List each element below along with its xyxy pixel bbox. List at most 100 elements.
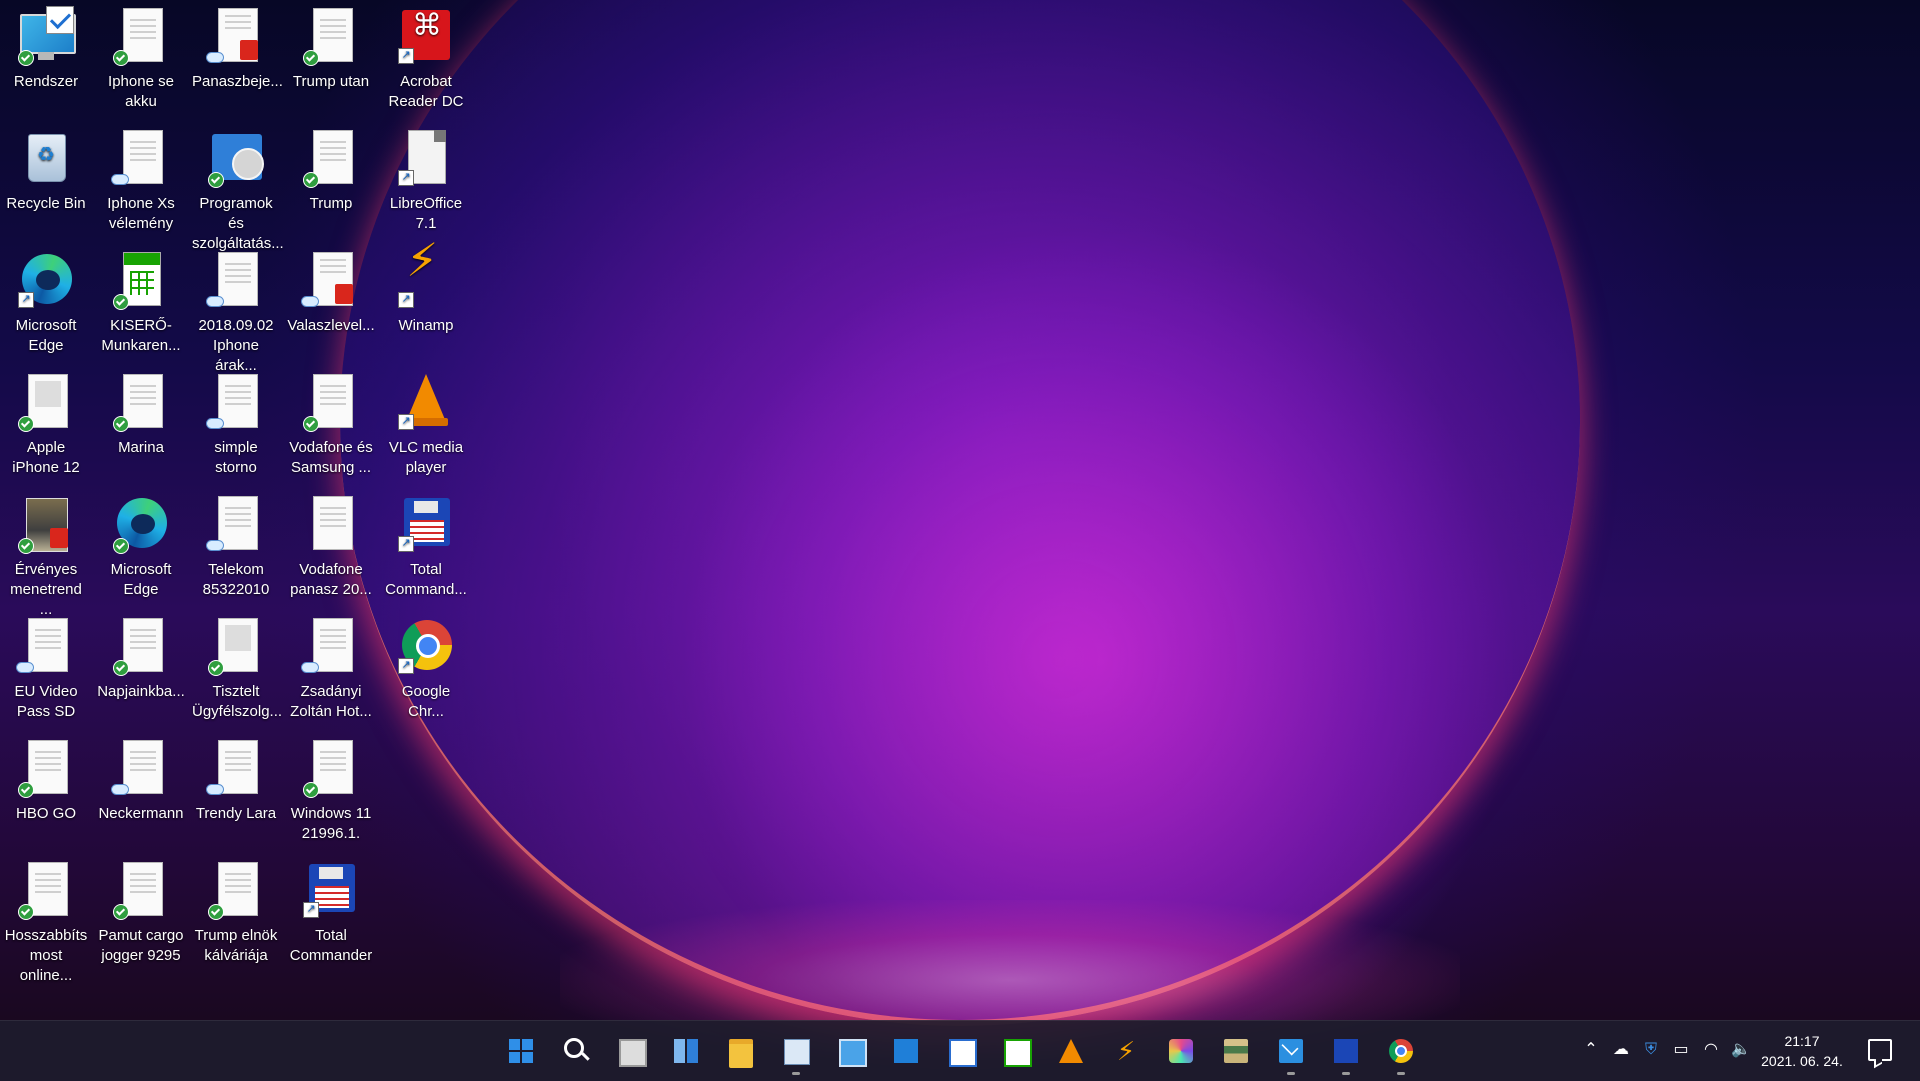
file-explorer-icon xyxy=(729,1039,753,1068)
desktop-icon-iphone-xs-velemeny[interactable]: Iphone Xs vélemény xyxy=(95,122,187,234)
document-icon xyxy=(301,6,361,68)
desktop-icon-ervenyes-menetrend[interactable]: Érvényes menetrend ... xyxy=(0,488,92,620)
desktop-icon-microsoft-edge-2[interactable]: Microsoft Edge xyxy=(95,488,187,600)
document-icon xyxy=(206,738,266,800)
notification-center-icon[interactable] xyxy=(1868,1039,1892,1061)
onedrive-cloud-icon[interactable]: ☁ xyxy=(1610,1039,1632,1061)
desktop-icon-label: Total Command... xyxy=(385,561,467,598)
desktop-icon-iphone-se-akku[interactable]: Iphone se akku xyxy=(95,0,187,112)
taskbar-control-panel[interactable] xyxy=(831,1031,871,1071)
desktop-icon-trump[interactable]: Trump xyxy=(285,122,377,214)
desktop-icon-zsadanyi-zoltan[interactable]: Zsadányi Zoltán Hot... xyxy=(285,610,377,722)
desktop-icon-label: Total Commander xyxy=(289,927,373,964)
widgets-icon xyxy=(674,1039,698,1063)
vlc-icon: ↗ xyxy=(396,372,456,434)
desktop-icon-tisztelt-ugyfelszolgalat[interactable]: Tisztelt Ügyfélszolg... xyxy=(190,610,282,722)
battery-icon[interactable]: ▭ xyxy=(1670,1039,1692,1061)
wifi-icon[interactable]: ◠ xyxy=(1700,1039,1722,1061)
desktop-icon-label: LibreOffice 7.1 xyxy=(389,195,463,232)
clock[interactable]: 21:17 2021. 06. 24. xyxy=(1754,1031,1850,1071)
desktop-icon-label: Vodafone panasz 20... xyxy=(290,561,372,598)
desktop-icon-simple-storno[interactable]: simple storno xyxy=(190,366,282,478)
desktop-icon-label: KISERŐ-Munkaren... xyxy=(101,317,181,354)
desktop-icon-microsoft-edge[interactable]: ↗ Microsoft Edge xyxy=(0,244,92,356)
taskbar-winamp[interactable]: ⚡ xyxy=(1106,1031,1146,1071)
desktop-icon-pamut-cargo[interactable]: Pamut cargo jogger 9295 xyxy=(95,854,187,966)
desktop-icon-neckermann[interactable]: Neckermann xyxy=(95,732,187,824)
desktop-icon-recycle-bin[interactable]: Recycle Bin xyxy=(0,122,92,214)
document-icon xyxy=(206,372,266,434)
document-icon xyxy=(206,494,266,556)
desktop-icon-marina[interactable]: Marina xyxy=(95,366,187,458)
document-icon xyxy=(16,616,76,678)
desktop-icon-vlc[interactable]: ↗ VLC media player xyxy=(380,366,472,478)
security-shield-icon[interactable]: ⛨ xyxy=(1640,1039,1662,1061)
desktop-icon-eu-video-pass[interactable]: EU Video Pass SD xyxy=(0,610,92,722)
chevron-up-icon[interactable]: ⌃ xyxy=(1580,1039,1602,1061)
taskbar-notepad[interactable] xyxy=(886,1031,926,1071)
document-icon xyxy=(111,372,171,434)
desktop-icon-total-commander[interactable]: ↗ Total Command... xyxy=(380,488,472,600)
taskbar-chrome[interactable] xyxy=(1381,1031,1421,1075)
taskbar-performance-monitor[interactable] xyxy=(776,1031,816,1075)
desktop-icon-area: Rendszer Recycle Bin ↗ Microsoft Edge Ap… xyxy=(0,0,480,1020)
pdf-document-icon xyxy=(206,6,266,68)
task-view-button[interactable] xyxy=(611,1031,651,1071)
taskbar-total-commander[interactable] xyxy=(1326,1031,1366,1075)
taskbar-libreoffice-writer[interactable] xyxy=(941,1031,981,1071)
document-icon xyxy=(111,616,171,678)
start-button[interactable] xyxy=(501,1031,541,1071)
desktop-icon-vodafone-samsung[interactable]: Vodafone és Samsung ... xyxy=(285,366,377,478)
taskbar-paint[interactable] xyxy=(1161,1031,1201,1071)
desktop-icon-napjainkba[interactable]: Napjainkba... xyxy=(95,610,187,702)
desktop-icon-rendszer[interactable]: Rendszer xyxy=(0,0,92,92)
taskbar: ⚡ ⌃ ☁ ⛨ ▭ ◠ 🔈 21:17 2021. 06. 24. xyxy=(0,1020,1920,1081)
running-indicator xyxy=(1397,1072,1405,1075)
desktop-icon-label: VLC media player xyxy=(388,439,464,476)
document-icon xyxy=(16,860,76,922)
widgets-button[interactable] xyxy=(666,1031,706,1071)
desktop-icon-label: Winamp xyxy=(398,317,454,334)
desktop-icon-programok-es-szolgaltatasok[interactable]: Programok és szolgáltatás... xyxy=(190,122,284,254)
desktop-icon-trump-utan[interactable]: Trump utan xyxy=(285,0,377,92)
document-icon xyxy=(111,738,171,800)
desktop-icon-label: Panaszbeje... xyxy=(192,73,283,90)
desktop-icon-label: Windows 11 21996.1. xyxy=(290,805,372,842)
desktop-icon-iphone-arak[interactable]: 2018.09.02 Iphone árak... xyxy=(190,244,282,376)
desktop-icon-label: Acrobat Reader DC xyxy=(388,73,464,110)
windows-start-icon xyxy=(509,1039,533,1063)
desktop-icon-acrobat-reader[interactable]: ↗ Acrobat Reader DC xyxy=(380,0,472,112)
desktop-icon-label: simple storno xyxy=(214,439,258,476)
task-view-icon xyxy=(619,1039,647,1067)
desktop-icon-apple-iphone-12[interactable]: Apple iPhone 12 xyxy=(0,366,92,478)
search-icon xyxy=(564,1038,584,1058)
desktop-icon-panaszbejelentes[interactable]: Panaszbeje... xyxy=(190,0,283,92)
taskbar-library[interactable] xyxy=(1216,1031,1256,1071)
desktop-icon-vodafone-panasz[interactable]: Vodafone panasz 20... xyxy=(285,488,377,600)
taskbar-vlc[interactable] xyxy=(1051,1031,1091,1071)
desktop-icon-hbo-go[interactable]: HBO GO xyxy=(0,732,92,824)
document-icon xyxy=(206,616,266,678)
desktop-icon-winamp[interactable]: ↗ Winamp xyxy=(380,244,472,336)
desktop-icon-trump-elnok[interactable]: Trump elnök kálváriája xyxy=(190,854,282,966)
desktop-icon-total-commander-2[interactable]: ↗ Total Commander xyxy=(285,854,377,966)
running-indicator xyxy=(1287,1072,1295,1075)
desktop-icon-libreoffice[interactable]: ↗ LibreOffice 7.1 xyxy=(380,122,472,234)
desktop-icon-windows-11[interactable]: Windows 11 21996.1. xyxy=(285,732,377,844)
winamp-icon: ↗ xyxy=(396,250,456,312)
taskbar-libreoffice-calc[interactable] xyxy=(996,1031,1036,1071)
desktop-icon-label: Telekom 85322010 xyxy=(202,561,270,598)
desktop-icon-valaszlevel[interactable]: Valaszlevel... xyxy=(285,244,377,336)
desktop-icon-label: Trendy Lara xyxy=(195,805,277,822)
desktop-icon-google-chrome[interactable]: ↗ Google Chr... xyxy=(380,610,472,722)
search-button[interactable] xyxy=(556,1031,596,1071)
desktop-icon-telekom[interactable]: Telekom 85322010 xyxy=(190,488,282,600)
taskbar-mail[interactable] xyxy=(1271,1031,1311,1075)
libreoffice-writer-icon xyxy=(949,1039,977,1067)
document-icon xyxy=(206,250,266,312)
desktop-icon-trendy-lara[interactable]: Trendy Lara xyxy=(190,732,282,824)
desktop-icon-hosszabbits[interactable]: Hosszabbíts most online... xyxy=(0,854,92,986)
taskbar-file-explorer[interactable] xyxy=(721,1031,761,1071)
volume-icon[interactable]: 🔈 xyxy=(1730,1039,1752,1061)
desktop-icon-kisero-munkarend[interactable]: KISERŐ-Munkaren... xyxy=(95,244,187,356)
